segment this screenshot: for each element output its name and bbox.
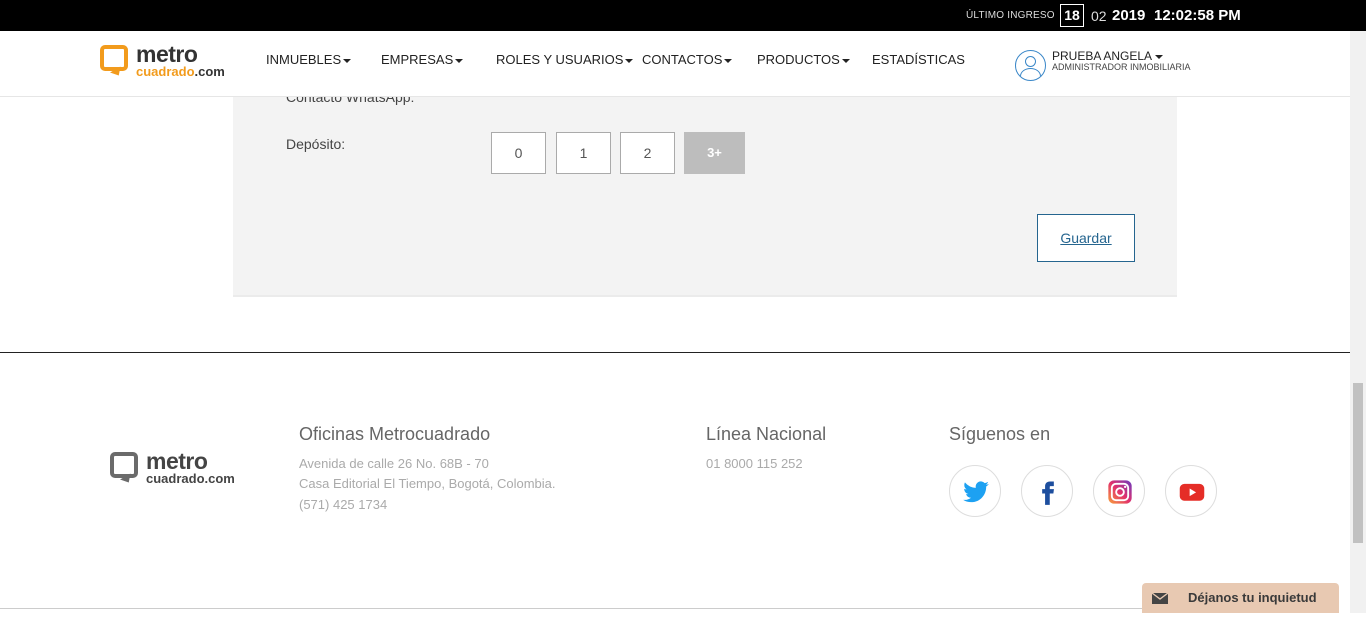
bottom-divider	[0, 608, 1142, 609]
logo-mark-icon	[100, 45, 128, 71]
address-line2: Casa Editorial El Tiempo, Bogotá, Colomb…	[299, 476, 556, 491]
twitter-button[interactable]	[949, 465, 1001, 517]
caret-down-icon	[841, 58, 850, 63]
scrollbar-thumb[interactable]	[1353, 383, 1363, 543]
address-line1: Avenida de calle 26 No. 68B - 70	[299, 456, 489, 471]
youtube-button[interactable]	[1165, 465, 1217, 517]
feedback-tab[interactable]: Déjanos tu inquietud	[1142, 583, 1339, 613]
last-login-day: 18	[1060, 4, 1084, 27]
last-login-month: 02	[1091, 8, 1107, 24]
last-login-label: ÚLTIMO INGRESO	[966, 10, 1055, 21]
caret-down-icon	[625, 58, 634, 63]
deposit-option-0[interactable]: 0	[491, 132, 546, 174]
nav-item-inmuebles-front[interactable]: INMUEBLES	[266, 52, 352, 67]
nav-item-productos-front[interactable]: PRODUCTOS	[757, 52, 850, 67]
footer-logo[interactable]: metro cuadrado.com	[110, 448, 250, 486]
follow-us-title: Síguenos en	[949, 424, 1051, 444]
logo-word-sub: cuadrado.com	[146, 471, 235, 486]
footer-divider	[0, 352, 1350, 353]
nav-item-roles-usuarios-front[interactable]: ROLES Y USUARIOS	[496, 52, 634, 67]
top-status-bar: ÚLTIMO INGRESO 18 02 2019 12:02:58 PM	[0, 0, 1366, 31]
envelope-icon	[1142, 583, 1178, 613]
facebook-icon	[1042, 481, 1054, 505]
metrocuadrado-logo-front[interactable]: metro cuadrado.com	[100, 41, 240, 79]
office-phone: (571) 425 1734	[299, 497, 388, 512]
form-panel	[233, 97, 1177, 297]
user-name: PRUEBA ANGELA	[1052, 49, 1153, 63]
deposit-label: Depósito:	[286, 136, 346, 152]
header-divider	[0, 96, 1350, 97]
last-login-year: 2019	[1112, 7, 1146, 24]
deposit-option-1[interactable]: 1	[556, 132, 611, 174]
nav-item-estadisticas-front[interactable]: ESTADÍSTICAS	[872, 52, 965, 67]
logo-word-sub: cuadrado.com	[136, 64, 225, 79]
logo-mark-icon	[110, 452, 138, 478]
user-avatar-icon-front[interactable]	[1015, 50, 1046, 81]
user-menu-front[interactable]: PRUEBA ANGELA	[1052, 49, 1164, 63]
last-login-time: 12:02:58 PM	[1154, 7, 1241, 24]
youtube-icon	[1179, 483, 1205, 501]
caret-down-icon	[455, 58, 464, 63]
save-button[interactable]: Guardar	[1037, 214, 1135, 262]
caret-down-icon	[1155, 54, 1164, 59]
deposit-option-2[interactable]: 2	[620, 132, 675, 174]
twitter-icon	[963, 481, 989, 503]
instagram-button[interactable]	[1093, 465, 1145, 517]
page-scrollbar[interactable]	[1350, 31, 1366, 613]
caret-down-icon	[343, 58, 352, 63]
nav-item-contactos-front[interactable]: CONTACTOS	[642, 52, 733, 67]
instagram-icon	[1108, 480, 1132, 504]
deposit-option-3plus[interactable]: 3+	[684, 132, 745, 174]
caret-down-icon	[724, 58, 733, 63]
offices-title: Oficinas Metrocuadrado	[299, 424, 491, 444]
facebook-button[interactable]	[1021, 465, 1073, 517]
national-line-title: Línea Nacional	[706, 424, 827, 444]
national-phone: 01 8000 115 252	[706, 456, 803, 471]
nav-item-empresas-front[interactable]: EMPRESAS	[381, 52, 464, 67]
user-role-front: ADMINISTRADOR INMOBILIARIA	[1052, 62, 1191, 72]
feedback-label: Déjanos tu inquietud	[1188, 590, 1317, 605]
